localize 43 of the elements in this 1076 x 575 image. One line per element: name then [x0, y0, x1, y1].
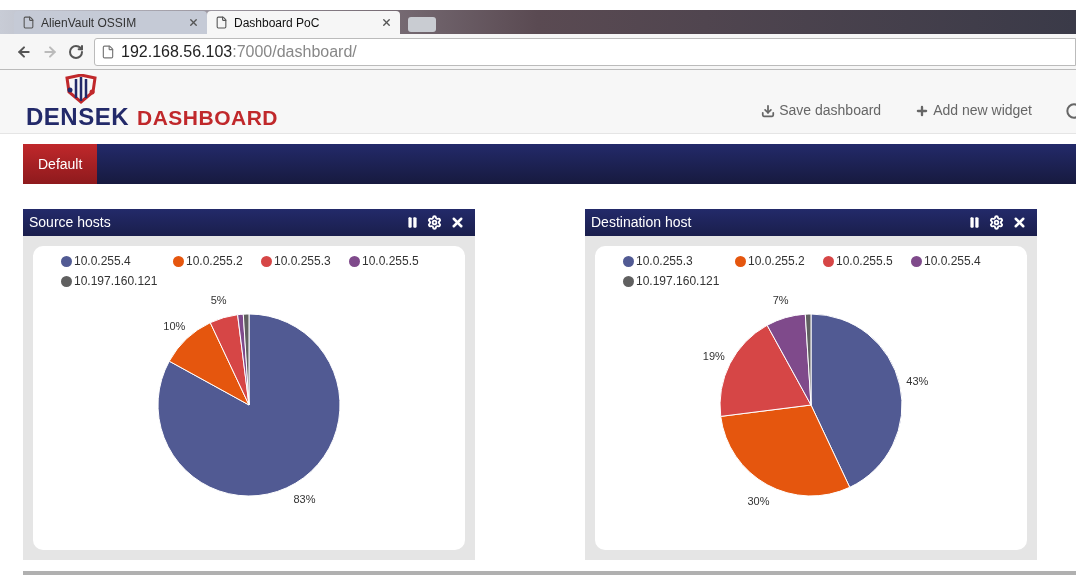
percent-label: 43% — [906, 375, 929, 388]
add-widget-link[interactable]: Add new widget — [915, 100, 1032, 121]
legend-label[interactable]: 10.0.255.4 — [74, 252, 131, 270]
save-dashboard-link[interactable]: Save dashboard — [761, 100, 882, 121]
pause-icon[interactable] — [968, 216, 981, 229]
legend-label[interactable]: 10.197.160.121 — [636, 272, 720, 290]
legend-label[interactable]: 10.0.255.5 — [362, 252, 419, 270]
widget-title: Source hosts — [29, 213, 112, 232]
legend-label[interactable]: 10.0.255.2 — [748, 252, 805, 270]
back-icon[interactable] — [16, 43, 32, 60]
settings-icon[interactable] — [427, 215, 442, 230]
logo-icon — [64, 74, 98, 104]
percent-label: 5% — [210, 294, 227, 307]
plus-icon — [915, 103, 930, 118]
page-icon — [215, 16, 228, 29]
percent-label: 7% — [772, 294, 789, 307]
browser-tab[interactable]: AlienVault OSSIM — [14, 11, 207, 34]
url-text: 192.168.56.103:7000/dashboard/ — [121, 41, 357, 62]
nav-tab[interactable]: Default — [23, 144, 98, 184]
browser-tab[interactable]: Dashboard PoC — [207, 11, 400, 34]
legend-label[interactable]: 10.0.255.3 — [274, 252, 331, 270]
close-icon[interactable] — [1012, 215, 1027, 230]
percent-label: 83% — [293, 492, 316, 505]
percent-label: 10% — [163, 319, 186, 332]
page-icon — [22, 16, 35, 29]
logo-brand: DENSEK — [26, 104, 130, 130]
reload-icon[interactable] — [68, 43, 84, 60]
settings-icon[interactable] — [989, 215, 1004, 230]
page-icon — [101, 44, 115, 59]
pause-icon[interactable] — [406, 216, 419, 229]
percent-label: 19% — [702, 349, 725, 362]
legend-label[interactable]: 10.197.160.121 — [74, 272, 158, 290]
download-icon — [761, 103, 776, 118]
legend-label[interactable]: 10.0.255.2 — [186, 252, 243, 270]
legend-label[interactable]: 10.0.255.5 — [836, 252, 893, 270]
legend-label[interactable]: 10.0.255.4 — [924, 252, 981, 270]
logo-product: DASHBOARD — [137, 105, 279, 131]
close-icon[interactable] — [381, 17, 392, 28]
address-bar[interactable]: 192.168.56.103:7000/dashboard/ — [94, 37, 1076, 66]
legend-label[interactable]: 10.0.255.3 — [636, 252, 693, 270]
close-icon[interactable] — [450, 215, 465, 230]
percent-label: 30% — [747, 494, 770, 507]
widget-title: Destination host — [591, 213, 693, 232]
